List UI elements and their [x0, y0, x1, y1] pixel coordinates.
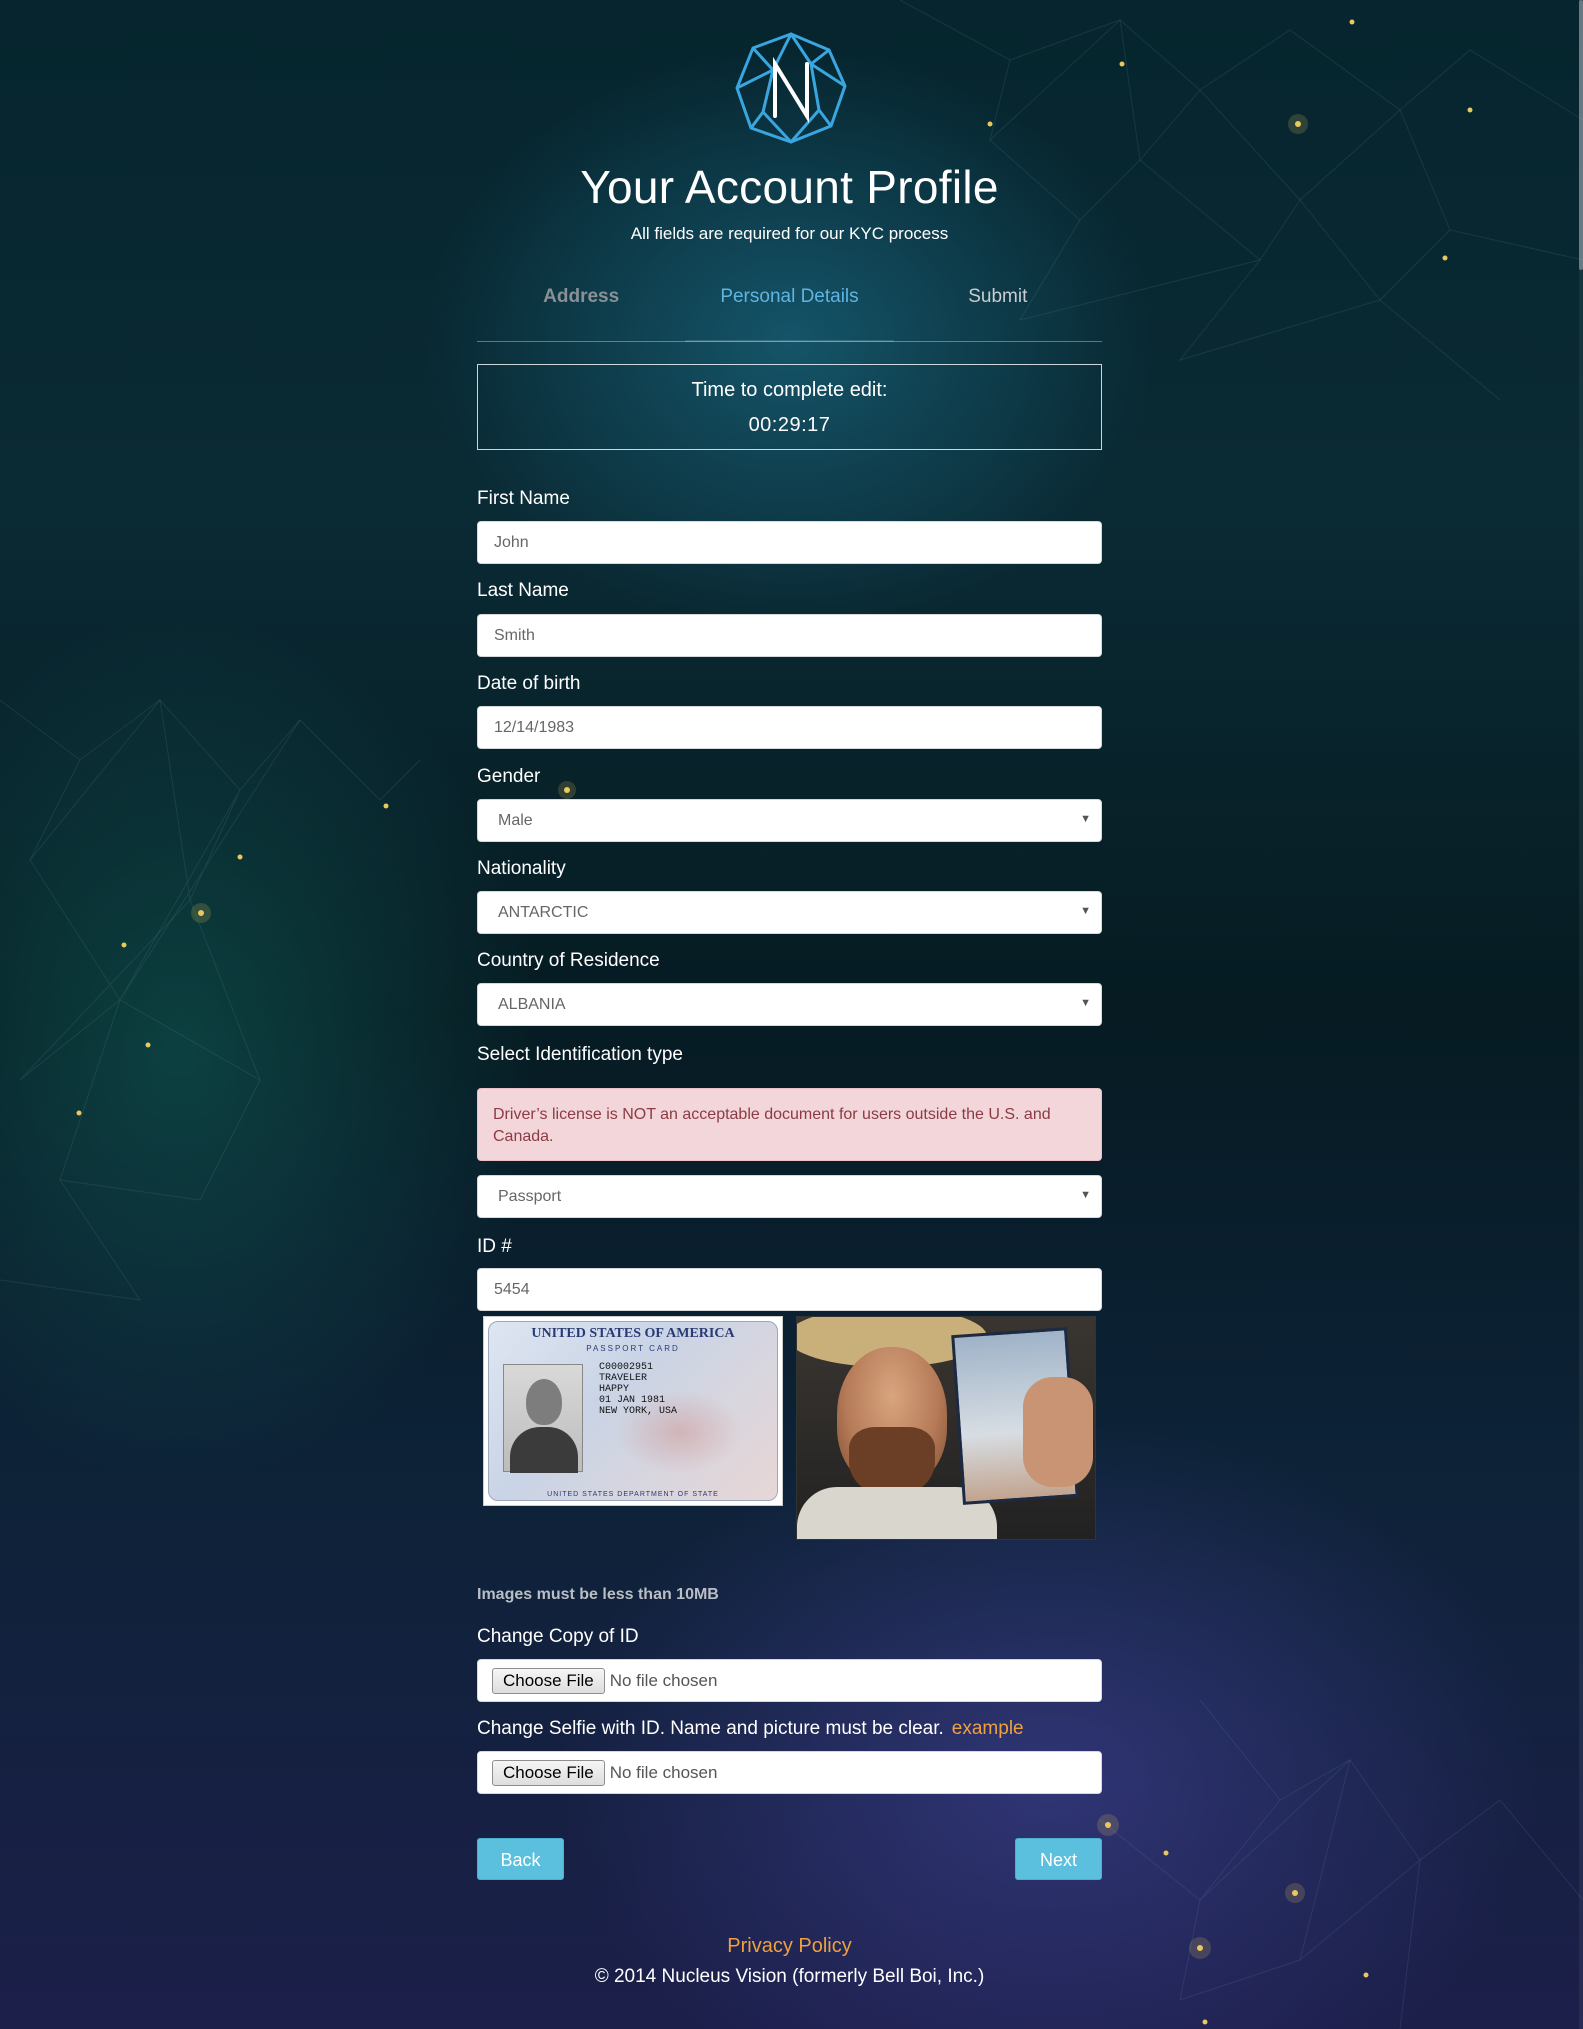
- first-name-label: First Name: [477, 488, 570, 509]
- chevron-down-icon: ▼: [1080, 905, 1091, 917]
- id-type-selected-value: Passport: [498, 1188, 562, 1205]
- chevron-down-icon: ▼: [1080, 813, 1091, 825]
- id-type-label: Select Identification type: [477, 1044, 683, 1065]
- timer-value: 00:29:17: [748, 414, 831, 436]
- copy-of-id-file-input[interactable]: Choose File No file chosen: [477, 1659, 1102, 1702]
- card-surname: TRAVELER: [599, 1373, 648, 1384]
- copyright-text: © 2014 Nucleus Vision (formerly Bell Boi…: [594, 1966, 985, 1987]
- drivers-license-warning: Driver’s license is NOT an acceptable do…: [477, 1088, 1102, 1161]
- id-copy-thumbnail: UNITED STATES OF AMERICA PASSPORT CARD C…: [483, 1316, 783, 1506]
- card-subheading: PASSPORT CARD: [586, 1344, 680, 1353]
- step-address[interactable]: Address: [477, 284, 685, 342]
- card-place: NEW YORK, USA: [599, 1406, 678, 1417]
- page-subtitle: All fields are required for our KYC proc…: [630, 224, 949, 243]
- progress-steps: Address Personal Details Submit: [477, 284, 1102, 342]
- passport-card-image: UNITED STATES OF AMERICA PASSPORT CARD C…: [488, 1321, 778, 1501]
- selfie-label: Change Selfie with ID. Name and picture …: [477, 1718, 944, 1739]
- step-submit[interactable]: Submit: [894, 284, 1102, 342]
- scrollbar-thumb[interactable]: [1579, 0, 1583, 270]
- residence-select[interactable]: ALBANIA ▼: [477, 983, 1102, 1026]
- back-button[interactable]: Back: [477, 1838, 564, 1880]
- last-name-label: Last Name: [477, 580, 569, 601]
- card-dob: 01 JAN 1981: [599, 1395, 666, 1406]
- active-step-indicator: [685, 340, 894, 342]
- page-title: Your Account Profile: [580, 161, 999, 213]
- card-given-name: HAPPY: [599, 1384, 630, 1395]
- file-status: No file chosen: [609, 1762, 718, 1782]
- nucleus-logo-icon: [735, 32, 847, 144]
- id-number-input[interactable]: 5454: [477, 1268, 1102, 1311]
- id-number-label: ID #: [477, 1236, 512, 1257]
- dob-input[interactable]: 12/14/1983: [477, 706, 1102, 749]
- page-scrollbar[interactable]: [1579, 0, 1583, 2029]
- chevron-down-icon: ▼: [1080, 997, 1091, 1009]
- next-button[interactable]: Next: [1015, 1838, 1102, 1880]
- first-name-input[interactable]: John: [477, 521, 1102, 564]
- selfie-thumbnail: [796, 1316, 1096, 1540]
- card-heading: UNITED STATES OF AMERICA: [531, 1326, 735, 1341]
- last-name-input[interactable]: Smith: [477, 614, 1102, 657]
- residence-label: Country of Residence: [477, 950, 660, 971]
- file-status: No file chosen: [609, 1670, 718, 1690]
- example-link[interactable]: example: [952, 1718, 1024, 1739]
- nationality-selected-value: ANTARCTIC: [498, 904, 589, 921]
- choose-file-button[interactable]: Choose File: [492, 1759, 605, 1786]
- step-personal-details[interactable]: Personal Details: [685, 284, 893, 342]
- image-size-note: Images must be less than 10MB: [477, 1586, 719, 1603]
- card-footer: UNITED STATES DEPARTMENT OF STATE: [547, 1491, 719, 1498]
- gender-label: Gender: [477, 766, 541, 787]
- nationality-select[interactable]: ANTARCTIC ▼: [477, 891, 1102, 934]
- nationality-label: Nationality: [477, 858, 566, 879]
- dob-label: Date of birth: [477, 673, 581, 694]
- selfie-file-input[interactable]: Choose File No file chosen: [477, 1751, 1102, 1794]
- choose-file-button[interactable]: Choose File: [492, 1667, 605, 1694]
- selfie-label-row: Change Selfie with ID. Name and picture …: [477, 1718, 1024, 1740]
- card-number: C00002951: [599, 1362, 654, 1373]
- card-details: C00002951 TRAVELER HAPPY 01 JAN 1981 NEW…: [599, 1362, 677, 1417]
- card-portrait: [503, 1364, 583, 1473]
- chevron-down-icon: ▼: [1080, 1189, 1091, 1201]
- id-type-select[interactable]: Passport ▼: [477, 1175, 1102, 1218]
- gender-selected-value: Male: [498, 812, 533, 829]
- edit-timer: Time to complete edit: 00:29:17: [477, 364, 1102, 450]
- residence-selected-value: ALBANIA: [498, 996, 566, 1013]
- copy-of-id-label: Change Copy of ID: [477, 1626, 639, 1647]
- gender-select[interactable]: Male ▼: [477, 799, 1102, 842]
- privacy-policy-link[interactable]: Privacy Policy: [477, 1935, 1102, 1958]
- timer-label: Time to complete edit:: [691, 379, 888, 401]
